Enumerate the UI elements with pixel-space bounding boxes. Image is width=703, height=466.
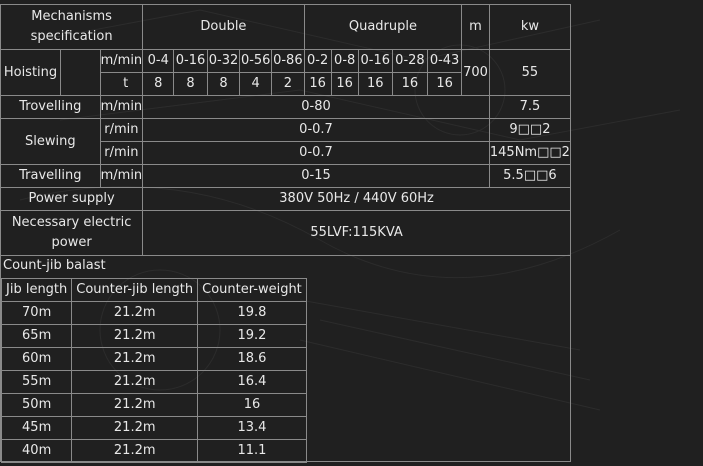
travelling-unit: m/min bbox=[99, 164, 144, 188]
hoisting-kw-value: 55 bbox=[488, 49, 572, 96]
counter-jib-length-cell: 21.2m bbox=[71, 324, 199, 348]
hoisting-speed: 0-32 bbox=[206, 49, 241, 73]
hoisting-speed: 0-16 bbox=[357, 49, 393, 73]
hoisting-load: 16 bbox=[357, 72, 393, 96]
trovelling-kw: 7.5 bbox=[488, 95, 572, 119]
counter-jib-length-cell: 21.2m bbox=[71, 370, 199, 394]
hoisting-speed: 0-8 bbox=[330, 49, 359, 73]
electric-power-label: Necessary electric power bbox=[0, 210, 144, 256]
table-row: 70m 21.2m 19.8 bbox=[0, 301, 307, 325]
trovelling-unit: m/min bbox=[99, 95, 144, 119]
counter-jib-length-cell: 21.2m bbox=[71, 416, 199, 440]
counter-weight-cell: 16 bbox=[197, 393, 307, 417]
counter-weight-cell: 11.1 bbox=[197, 439, 307, 463]
balast-header-row: Jib length Counter-jib length Counter-we… bbox=[0, 278, 307, 302]
power-supply-value: 380V 50Hz / 440V 60Hz bbox=[142, 187, 571, 211]
hoisting-load: 16 bbox=[330, 72, 359, 96]
hoisting-label: Hoisting bbox=[0, 49, 62, 96]
jib-length-cell: 40m bbox=[0, 439, 73, 463]
travelling-kw: 5.5□□6 bbox=[488, 164, 572, 188]
slewing-unit-1: r/min bbox=[99, 118, 144, 142]
table-row: 50m 21.2m 16 bbox=[0, 393, 307, 417]
jib-length-cell: 65m bbox=[0, 324, 73, 348]
counter-weight-cell: 19.2 bbox=[197, 324, 307, 348]
jib-length-header: Jib length bbox=[0, 278, 73, 302]
mechanisms-spec-header: Mechanisms specification bbox=[0, 4, 144, 50]
hoisting-blank-cell bbox=[60, 49, 101, 96]
m-header: m bbox=[461, 4, 490, 50]
hoisting-load: 8 bbox=[206, 72, 241, 96]
hoisting-load: 8 bbox=[173, 72, 208, 96]
hoisting-speed-unit: m/min bbox=[99, 49, 144, 73]
quadruple-header: Quadruple bbox=[303, 4, 463, 50]
counter-jib-length-cell: 21.2m bbox=[71, 393, 199, 417]
table-row: 55m 21.2m 16.4 bbox=[0, 370, 307, 394]
hoisting-m-value: 700 bbox=[461, 49, 490, 96]
jib-length-cell: 50m bbox=[0, 393, 73, 417]
electric-power-row: Necessary electric power 55LVF:115KVA bbox=[0, 210, 571, 256]
trovelling-row: Trovelling m/min 0-80 7.5 bbox=[0, 95, 572, 119]
hoisting-speed: 0-4 bbox=[142, 49, 175, 73]
kw-header: kw bbox=[488, 4, 572, 50]
hoisting-speed: 0-16 bbox=[173, 49, 208, 73]
hoisting-speed: 0-28 bbox=[391, 49, 428, 73]
slewing-value-1: 0-0.7 bbox=[142, 118, 490, 142]
jib-length-cell: 70m bbox=[0, 301, 73, 325]
hoisting-load: 16 bbox=[426, 72, 463, 96]
travelling-row: Travelling m/min 0-15 5.5□□6 bbox=[0, 164, 572, 188]
power-supply-row: Power supply 380V 50Hz / 440V 60Hz bbox=[0, 187, 571, 211]
hoisting-load: 2 bbox=[271, 72, 305, 96]
counter-weight-table: Jib length Counter-jib length Counter-we… bbox=[0, 278, 307, 463]
header-row: Mechanisms specification Double Quadrupl… bbox=[0, 4, 572, 50]
counter-jib-length-header: Counter-jib length bbox=[71, 278, 199, 302]
electric-power-value: 55LVF:115KVA bbox=[142, 210, 571, 256]
hoisting-speed: 0-56 bbox=[239, 49, 273, 73]
mechanisms-spec-table: Mechanisms specification Double Quadrupl… bbox=[0, 4, 572, 256]
table-row: 60m 21.2m 18.6 bbox=[0, 347, 307, 371]
hoisting-speed: 0-86 bbox=[271, 49, 305, 73]
slewing-unit-2: r/min bbox=[99, 141, 144, 165]
double-header: Double bbox=[142, 4, 305, 50]
slewing-kw-2: 145Nm□□2 bbox=[488, 141, 572, 165]
hoisting-load-unit: t bbox=[99, 72, 144, 96]
hoisting-speed: 0-43 bbox=[426, 49, 463, 73]
hoisting-load: 16 bbox=[303, 72, 332, 96]
travelling-label: Travelling bbox=[0, 164, 101, 188]
jib-length-cell: 45m bbox=[0, 416, 73, 440]
jib-length-cell: 55m bbox=[0, 370, 73, 394]
trovelling-label: Trovelling bbox=[0, 95, 101, 119]
travelling-value: 0-15 bbox=[142, 164, 490, 188]
counter-weight-header: Counter-weight bbox=[197, 278, 307, 302]
counter-weight-cell: 19.8 bbox=[197, 301, 307, 325]
counter-weight-cell: 18.6 bbox=[197, 347, 307, 371]
counter-jib-length-cell: 21.2m bbox=[71, 347, 199, 371]
counter-weight-cell: 16.4 bbox=[197, 370, 307, 394]
slewing-kw-1: 9□□2 bbox=[488, 118, 572, 142]
power-supply-label: Power supply bbox=[0, 187, 144, 211]
table-row: 40m 21.2m 11.1 bbox=[0, 439, 307, 463]
counter-weight-cell: 13.4 bbox=[197, 416, 307, 440]
counter-jib-length-cell: 21.2m bbox=[71, 301, 199, 325]
hoisting-load: 16 bbox=[391, 72, 428, 96]
counter-jib-length-cell: 21.2m bbox=[71, 439, 199, 463]
slewing-row-1: Slewing r/min 0-0.7 9□□2 bbox=[0, 118, 572, 165]
table-row: 65m 21.2m 19.2 bbox=[0, 324, 307, 348]
balast-title: Count-jib balast bbox=[3, 258, 106, 273]
slewing-label: Slewing bbox=[0, 118, 101, 165]
jib-length-cell: 60m bbox=[0, 347, 73, 371]
table-row: 45m 21.2m 13.4 bbox=[0, 416, 307, 440]
hoisting-speed: 0-2 bbox=[303, 49, 332, 73]
trovelling-value: 0-80 bbox=[142, 95, 490, 119]
slewing-value-2: 0-0.7 bbox=[142, 141, 490, 165]
hoisting-load: 4 bbox=[239, 72, 273, 96]
hoisting-load: 8 bbox=[142, 72, 175, 96]
hoisting-speed-row: Hoisting m/min 0-4 0-16 0-32 0-56 0-86 0… bbox=[0, 49, 572, 96]
